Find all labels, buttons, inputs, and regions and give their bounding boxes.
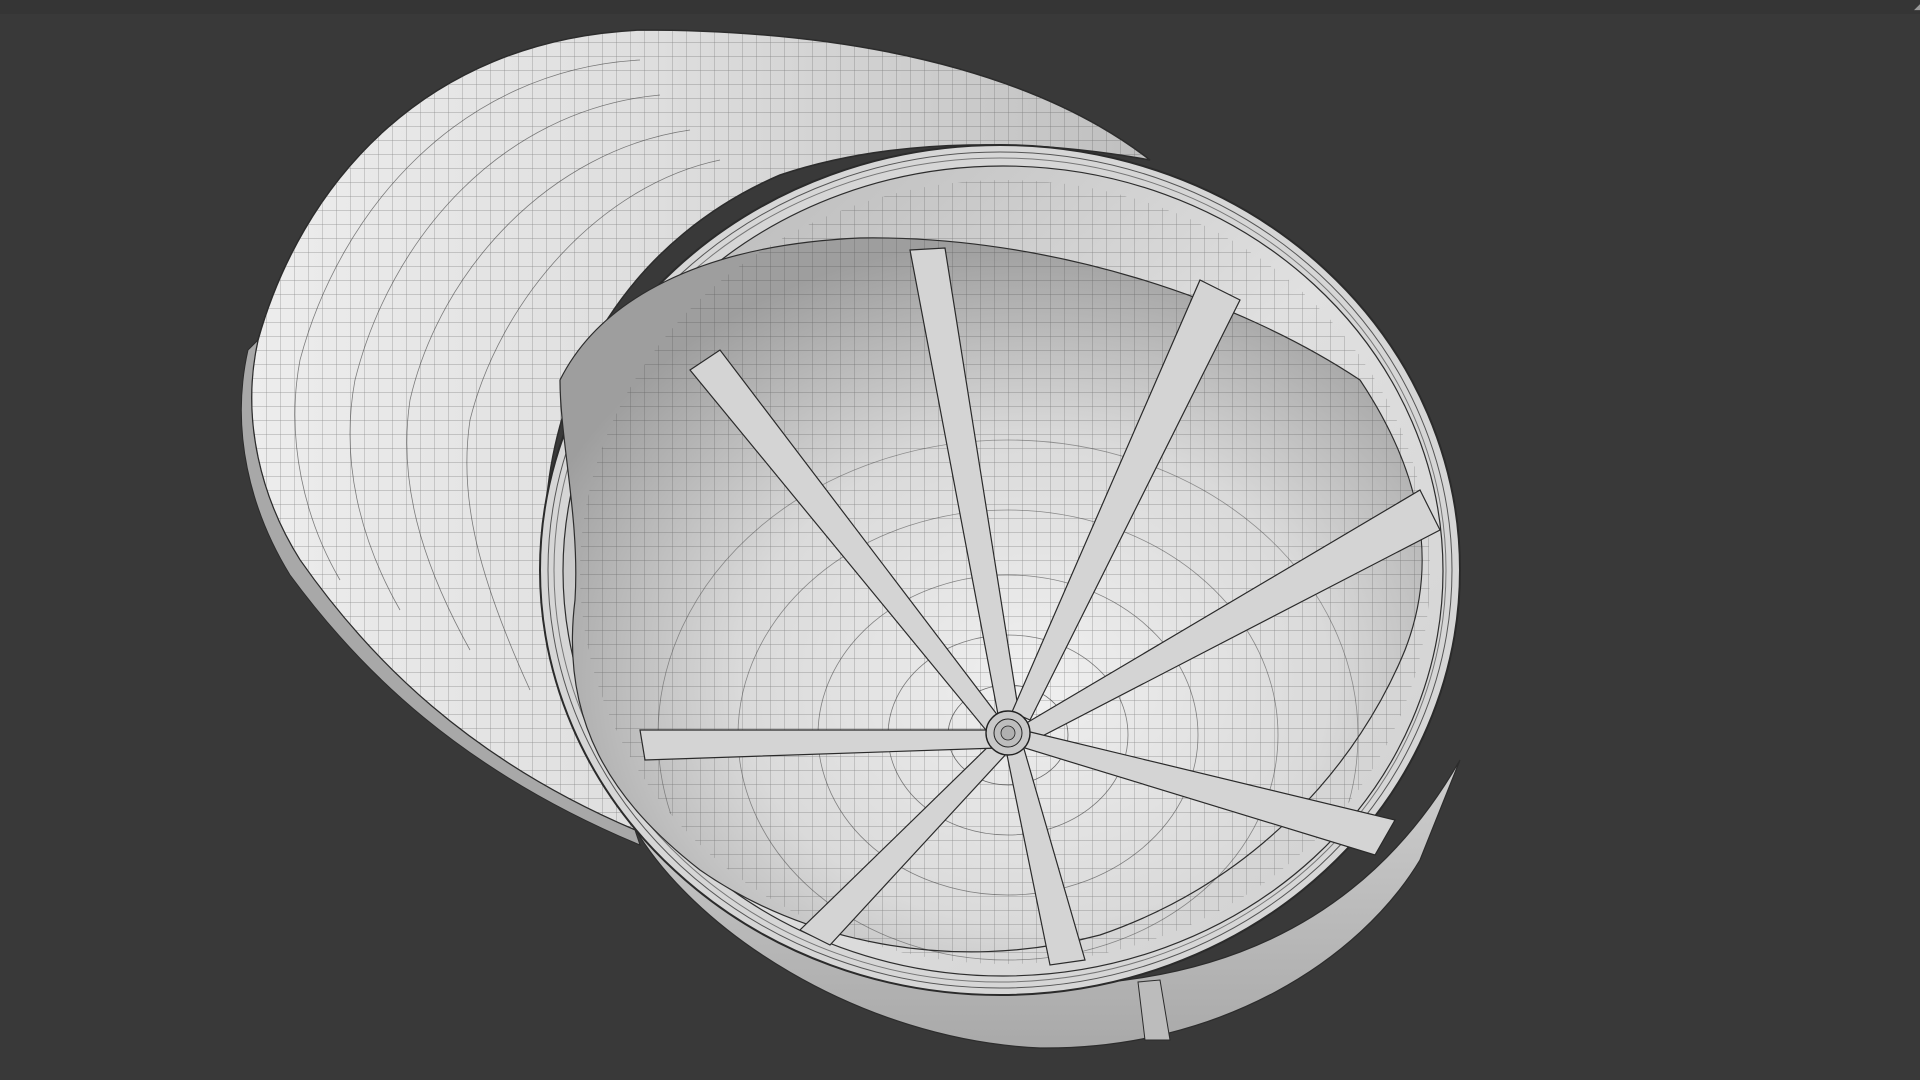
3d-viewport[interactable]: ◢	[0, 0, 1920, 1080]
cap-model-render[interactable]	[0, 0, 1920, 1080]
cap-center-button	[985, 710, 1031, 756]
